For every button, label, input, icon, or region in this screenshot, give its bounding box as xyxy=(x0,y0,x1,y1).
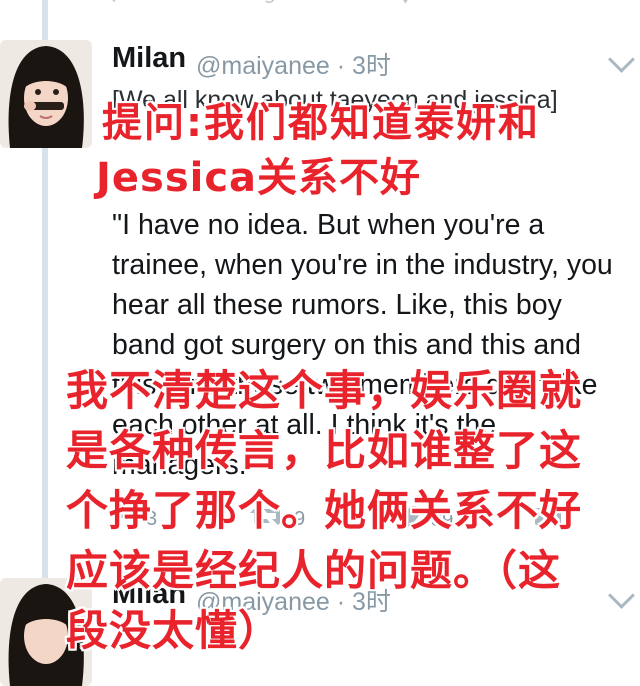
overlay-caption-line: 应该是经纪人的问题。（这 xyxy=(66,546,562,595)
previous-tweet-actions: ↩ ⟲ ♥ xyxy=(100,0,640,10)
heart-icon[interactable]: ♥ xyxy=(400,0,411,9)
reply-icon[interactable]: ↩ xyxy=(110,0,125,9)
retweet-icon[interactable]: ⟲ xyxy=(260,0,275,9)
overlay-caption-line: 段没太懂） xyxy=(66,606,282,655)
overlay-caption-line: 提问:我们都知道泰妍和 xyxy=(102,100,540,146)
overlay-caption-line: 我不清楚这个事，娱乐圈就 xyxy=(66,366,583,415)
author-handle-time[interactable]: @maiyanee · 3时 xyxy=(196,46,391,82)
chevron-down-icon[interactable] xyxy=(608,582,635,609)
overlay-caption-line: 是各种传言，比如谁整了这 xyxy=(66,426,583,475)
overlay-caption-line: Jessica关系不好 xyxy=(96,155,422,201)
avatar[interactable] xyxy=(0,40,92,148)
overlay-caption-line: 个挣了那个。她俩关系不好 xyxy=(66,486,583,535)
chevron-down-icon[interactable] xyxy=(608,46,635,73)
author-name[interactable]: Milan xyxy=(112,42,186,75)
